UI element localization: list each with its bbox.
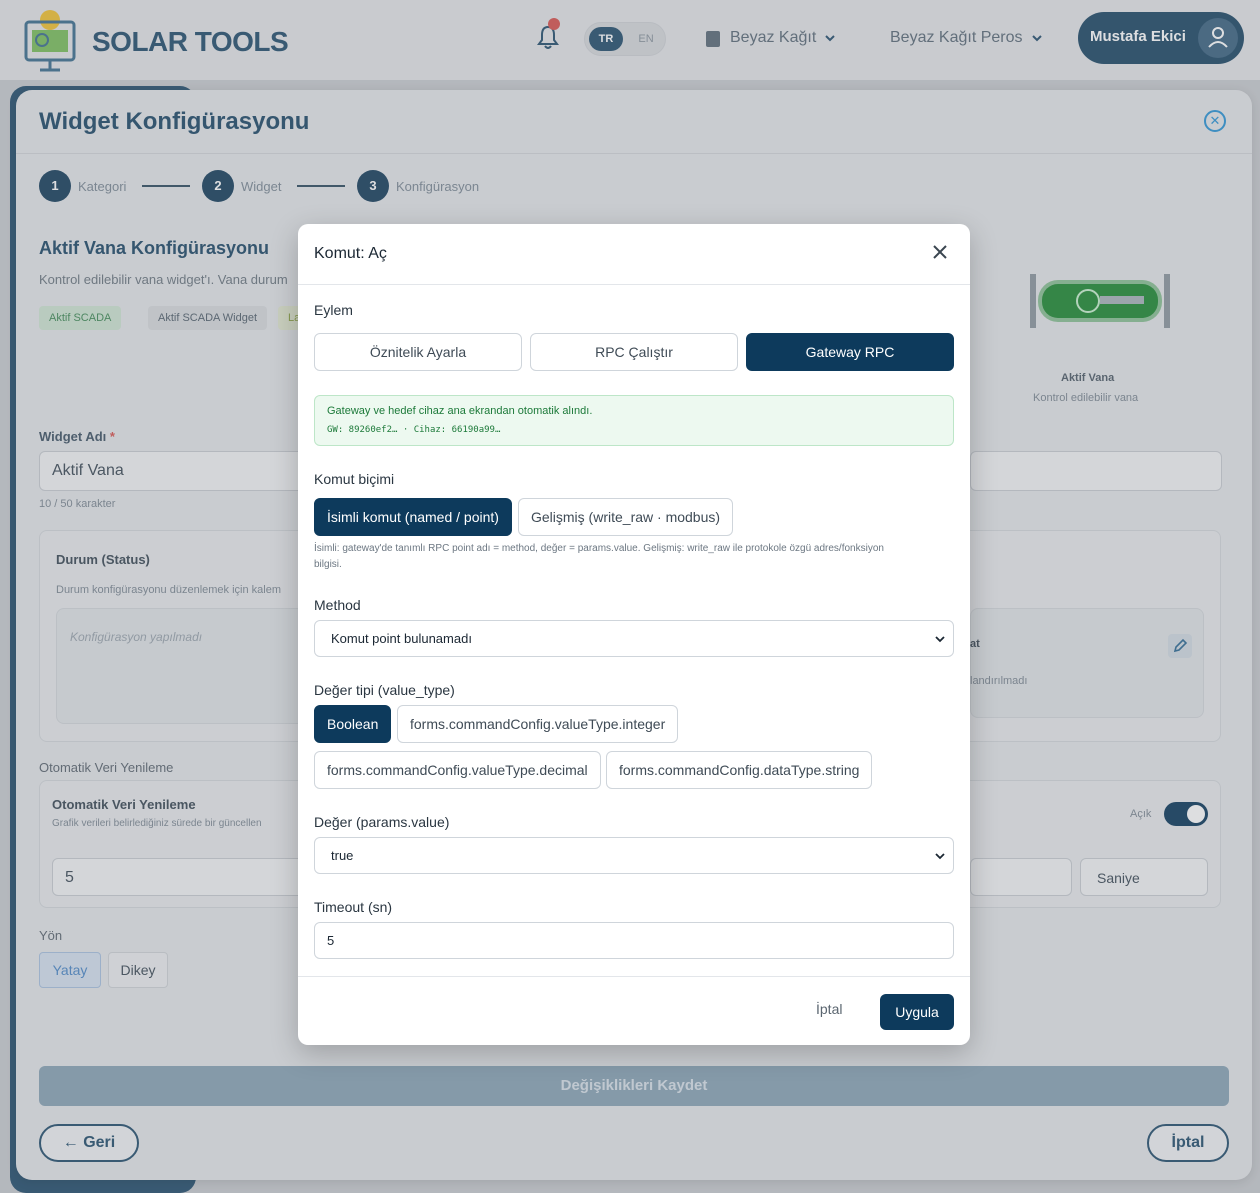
chevron-down-icon xyxy=(935,853,945,860)
modal-cancel-button[interactable]: İptal xyxy=(816,1001,842,1017)
modal-footer: İptal Uygula xyxy=(298,976,970,1045)
format-named-button[interactable]: İsimli komut (named / point) xyxy=(314,498,512,536)
value-type-boolean-button[interactable]: Boolean xyxy=(314,705,392,743)
value-select[interactable]: true xyxy=(314,837,954,874)
command-modal: Komut: Aç Eylem Öznitelik Ayarla RPC Çal… xyxy=(298,224,970,1045)
gateway-info-box: Gateway ve hedef cihaz ana ekrandan otom… xyxy=(314,395,954,446)
method-select-value: Komut point bulunamadı xyxy=(331,631,472,646)
format-help-text: İsimli: gateway'de tanımlı RPC point adı… xyxy=(314,543,884,570)
value-type-decimal-button[interactable]: forms.commandConfig.valueType.decimal xyxy=(314,751,601,789)
modal-apply-button[interactable]: Uygula xyxy=(880,994,954,1030)
modal-header: Komut: Aç xyxy=(298,224,970,285)
close-icon[interactable] xyxy=(930,242,950,262)
value-type-integer-button[interactable]: forms.commandConfig.valueType.integer xyxy=(397,705,679,743)
action-gateway-rpc-button[interactable]: Gateway RPC xyxy=(746,333,954,371)
value-label: Değer (params.value) xyxy=(314,814,450,830)
gateway-info-text: Gateway ve hedef cihaz ana ekrandan otom… xyxy=(327,405,593,417)
action-rpc-button[interactable]: RPC Çalıştır xyxy=(530,333,738,371)
gateway-info-ids: GW: 89260ef2… · Cihaz: 66190a99… xyxy=(327,425,501,435)
modal-title: Komut: Aç xyxy=(314,245,387,262)
action-set-attribute-button[interactable]: Öznitelik Ayarla xyxy=(314,333,522,371)
value-select-value: true xyxy=(331,848,354,863)
timeout-label: Timeout (sn) xyxy=(314,899,393,915)
method-select[interactable]: Komut point bulunamadı xyxy=(314,620,954,657)
method-label: Method xyxy=(314,597,361,613)
value-type-string-button[interactable]: forms.commandConfig.dataType.string xyxy=(606,751,873,789)
value-type-label: Değer tipi (value_type) xyxy=(314,682,455,698)
timeout-input[interactable]: 5 xyxy=(314,922,954,959)
command-format-label: Komut biçimi xyxy=(314,471,395,487)
chevron-down-icon xyxy=(935,636,945,643)
format-advanced-button[interactable]: Gelişmiş (write_raw · modbus) xyxy=(518,498,734,536)
action-label: Eylem xyxy=(314,302,353,318)
